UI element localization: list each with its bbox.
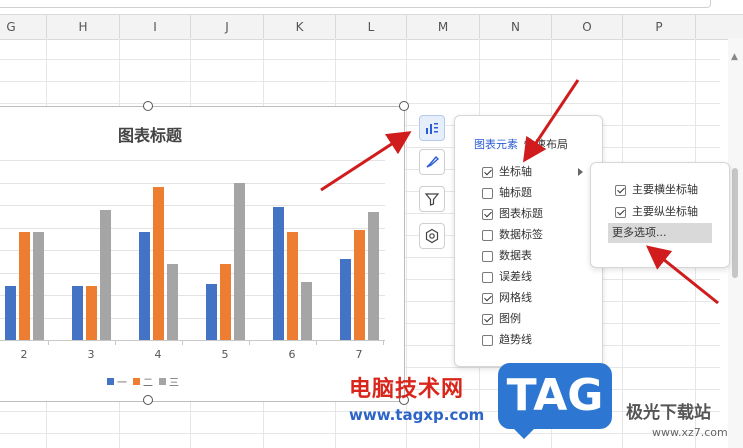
arrow-to-more-options: [645, 245, 719, 305]
arrow-to-axis: [523, 79, 580, 163]
watermark-right-name: 极光下载站: [626, 403, 711, 423]
watermark-right-url: www.xz7.com: [652, 426, 728, 439]
arrow-to-chart-elements: [320, 131, 412, 192]
watermark-site-url: www.tagxp.com: [349, 406, 485, 424]
watermark-site-name: 电脑技术网: [349, 377, 465, 402]
tag-logo: TAG: [498, 363, 612, 439]
